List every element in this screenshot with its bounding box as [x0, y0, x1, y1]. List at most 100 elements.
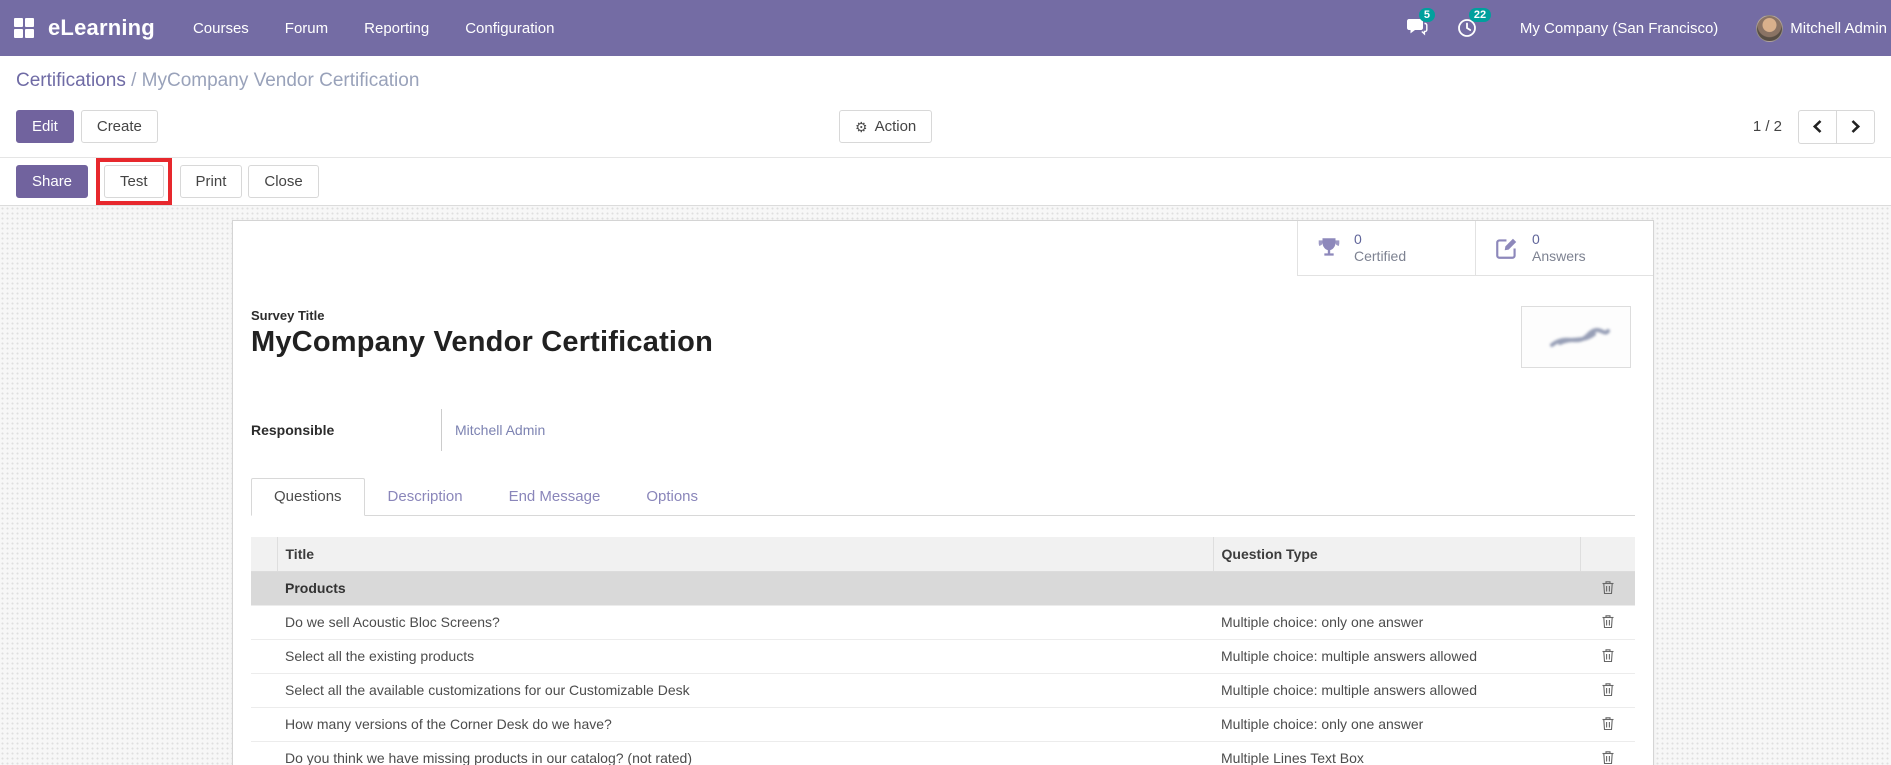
trash-cell — [1580, 740, 1635, 765]
breadcrumb: Certifications / MyCompany Vendor Certif… — [16, 68, 1875, 94]
question-row[interactable]: Do you think we have missing products in… — [251, 740, 1635, 765]
question-type: Multiple choice: only one answer — [1213, 604, 1580, 639]
stat-button-box: 0 Certified 0 Answers — [233, 221, 1653, 276]
breadcrumb-current: MyCompany Vendor Certification — [141, 70, 420, 91]
section-row[interactable]: Products — [251, 570, 1635, 605]
row-handle-cell — [251, 740, 277, 765]
pager-next-button[interactable] — [1836, 109, 1875, 144]
trophy-icon — [1316, 235, 1342, 261]
share-button[interactable]: Share — [16, 165, 89, 198]
certified-label: Certified — [1354, 248, 1407, 264]
main-menu: Courses Forum Reporting Configuration — [193, 20, 554, 37]
pencil-square-icon — [1494, 235, 1520, 261]
tab-end-message[interactable]: End Message — [486, 478, 624, 516]
question-title: Do we sell Acoustic Bloc Screens? — [277, 604, 1213, 639]
edit-button[interactable]: Edit — [16, 110, 74, 143]
action-button-label: Action — [874, 118, 917, 135]
user-avatar — [1756, 14, 1784, 42]
delete-row-button[interactable] — [1597, 714, 1619, 733]
menu-courses[interactable]: Courses — [193, 20, 249, 37]
answers-label: Answers — [1532, 248, 1586, 264]
app-name[interactable]: eLearning — [48, 15, 155, 41]
trash-cell — [1580, 672, 1635, 707]
highlight-box: Test — [96, 158, 172, 205]
control-panel: Certifications / MyCompany Vendor Certif… — [0, 56, 1891, 158]
question-type: Multiple choice: multiple answers allowe… — [1213, 672, 1580, 707]
handle-column-header — [251, 537, 277, 572]
apps-menu-icon[interactable] — [14, 18, 34, 38]
row-handle-cell — [251, 672, 277, 707]
activities-icon[interactable]: 22 — [1456, 8, 1492, 39]
print-button[interactable]: Print — [179, 165, 243, 198]
form-view-background: 0 Certified 0 Answers Survey Title MyCom… — [0, 206, 1891, 765]
trash-icon — [1602, 649, 1613, 663]
question-row[interactable]: How many versions of the Corner Desk do … — [251, 706, 1635, 741]
responsible-field: Responsible Mitchell Admin — [251, 409, 871, 451]
delete-row-button[interactable] — [1597, 578, 1619, 597]
trash-cell — [1580, 604, 1635, 639]
pager-previous-button[interactable] — [1798, 109, 1837, 144]
question-type: Multiple Lines Text Box — [1213, 740, 1580, 765]
question-title: Select all the existing products — [277, 638, 1213, 673]
trash-icon — [1602, 615, 1613, 629]
question-row[interactable]: Select all the available customizations … — [251, 672, 1635, 707]
menu-reporting[interactable]: Reporting — [364, 20, 429, 37]
survey-thumbnail-image[interactable] — [1521, 306, 1631, 368]
question-row[interactable]: Do we sell Acoustic Bloc Screens? Multipl… — [251, 604, 1635, 639]
delete-row-button[interactable] — [1597, 646, 1619, 665]
control-panel-buttons: Edit Create ⚙ Action 1 / 2 — [16, 109, 1875, 144]
question-title: Select all the available customizations … — [277, 672, 1213, 707]
menu-configuration[interactable]: Configuration — [465, 20, 554, 37]
chevron-left-icon — [1812, 120, 1822, 133]
row-handle-cell — [251, 638, 277, 673]
trash-cell — [1580, 638, 1635, 673]
chevron-right-icon — [1851, 120, 1861, 133]
close-button[interactable]: Close — [248, 165, 319, 198]
user-menu[interactable]: Mitchell Admin — [1756, 14, 1887, 42]
breadcrumb-parent[interactable]: Certifications — [16, 70, 126, 91]
pager-count: 1 / 2 — [1752, 118, 1782, 135]
pager: 1 / 2 — [1752, 109, 1875, 144]
question-type: Multiple choice: only one answer — [1213, 706, 1580, 741]
activities-badge: 22 — [1468, 8, 1492, 22]
trash-icon — [1602, 717, 1613, 731]
systray: 5 22 My Company (San Francisco) Mitchell… — [1406, 8, 1891, 42]
trash-cell — [1580, 706, 1635, 741]
responsible-value-link[interactable]: Mitchell Admin — [455, 422, 545, 438]
question-type: Multiple choice: multiple answers allowe… — [1213, 638, 1580, 673]
delete-row-button[interactable] — [1597, 680, 1619, 699]
questions-table-header-row: Title Question Type — [251, 537, 1635, 572]
tab-description[interactable]: Description — [365, 478, 486, 516]
action-button[interactable]: ⚙ Action — [839, 110, 933, 143]
questions-table: Title Question Type Products Do we sell … — [251, 537, 1635, 765]
messages-icon[interactable]: 5 — [1406, 8, 1436, 39]
menu-forum[interactable]: Forum — [285, 20, 328, 37]
survey-title-value: MyCompany Vendor Certification — [251, 326, 714, 358]
statusbar: Share Test Print Close — [0, 158, 1891, 206]
form-sheet: Survey Title MyCompany Vendor Certificat… — [233, 276, 1653, 765]
certified-stat-button[interactable]: 0 Certified — [1297, 221, 1475, 276]
trash-column-header — [1579, 537, 1635, 572]
delete-row-button[interactable] — [1597, 612, 1619, 631]
answers-stat-button[interactable]: 0 Answers — [1475, 221, 1653, 276]
user-name: Mitchell Admin — [1790, 19, 1887, 37]
survey-title-label: Survey Title — [251, 308, 325, 323]
top-navbar: eLearning Courses Forum Reporting Config… — [0, 0, 1891, 56]
messages-badge: 5 — [1418, 8, 1436, 22]
delete-row-button[interactable] — [1597, 748, 1619, 765]
company-switcher[interactable]: My Company (San Francisco) — [1520, 20, 1718, 37]
breadcrumb-separator: / — [125, 70, 142, 91]
question-row[interactable]: Select all the existing products Multiple… — [251, 638, 1635, 673]
title-column-header: Title — [276, 537, 1213, 572]
test-button[interactable]: Test — [104, 165, 164, 198]
create-button[interactable]: Create — [80, 110, 158, 143]
trash-icon — [1602, 683, 1613, 697]
trash-cell — [1580, 570, 1635, 605]
row-handle-cell — [251, 570, 277, 605]
survey-form-card: 0 Certified 0 Answers Survey Title MyCom… — [232, 220, 1654, 765]
tab-questions[interactable]: Questions — [251, 478, 365, 516]
tab-options[interactable]: Options — [623, 478, 721, 516]
certified-count: 0 — [1354, 231, 1362, 247]
answers-count: 0 — [1532, 231, 1540, 247]
gear-icon: ⚙ — [855, 118, 868, 135]
